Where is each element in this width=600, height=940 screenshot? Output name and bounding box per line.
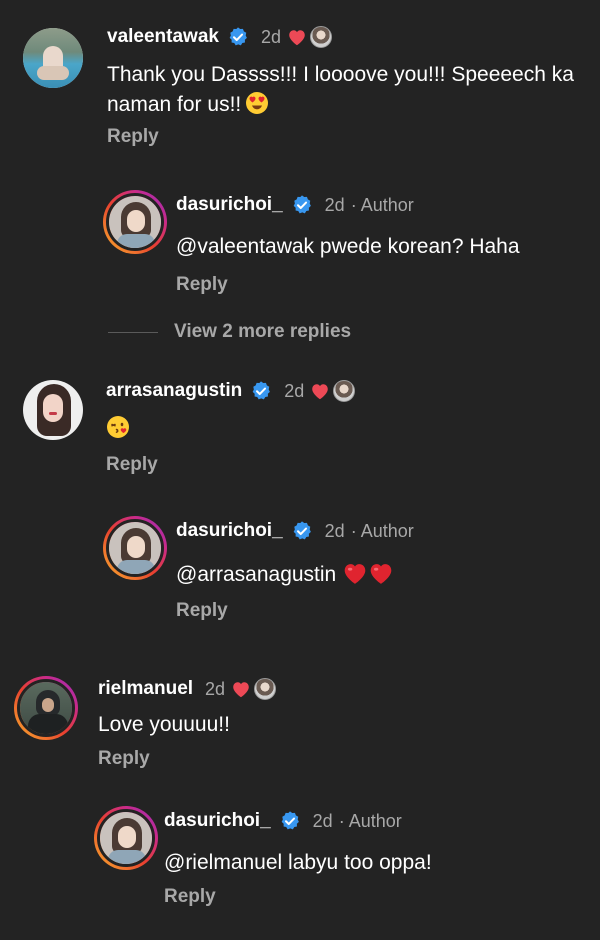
- timestamp: 2d: [324, 194, 345, 215]
- smiling-heart-eyes-emoji: [245, 91, 269, 115]
- mention-link[interactable]: @rielmanuel: [164, 851, 282, 874]
- reply-button[interactable]: Reply: [176, 274, 228, 296]
- comment-text: @arrasanagustin: [176, 560, 586, 590]
- timestamp: 2d: [312, 810, 333, 831]
- author-label: · Author: [350, 520, 414, 541]
- avatar[interactable]: [103, 190, 167, 254]
- comment-header: arrasanagustin 2d: [106, 378, 356, 404]
- comment-text: Love youuuu!!: [98, 713, 230, 736]
- reply-button[interactable]: Reply: [176, 600, 228, 622]
- comment-text: Thank you Dassss!!! I loooove you!!! Spe…: [107, 63, 574, 116]
- comment-text: @valeentawak pwede korean? Haha: [176, 235, 520, 258]
- comment-text: [106, 414, 130, 444]
- timestamp: 2d: [205, 678, 226, 699]
- author-avatar-mini-icon: [254, 678, 277, 700]
- reply-button[interactable]: Reply: [107, 126, 159, 148]
- verified-badge-icon: [279, 810, 301, 832]
- username[interactable]: dasurichoi_: [176, 194, 283, 216]
- username[interactable]: rielmanuel: [98, 678, 193, 700]
- mention-link[interactable]: @valeentawak: [176, 235, 314, 258]
- comment-header: dasurichoi_ 2d · Author: [176, 192, 414, 218]
- reply-dasurichoi: dasurichoi_ 2d · Author @arrasanagustin …: [0, 500, 600, 630]
- username[interactable]: valeentawak: [107, 26, 219, 48]
- timestamp: 2d: [324, 520, 345, 541]
- author-avatar-mini-icon: [310, 26, 332, 48]
- comment-header: rielmanuel 2d: [98, 676, 277, 702]
- avatar[interactable]: [94, 806, 158, 870]
- liked-by-author-heart-icon: [231, 680, 251, 698]
- reply-button[interactable]: Reply: [98, 748, 150, 770]
- reply-dasurichoi: dasurichoi_ 2d · Author @valeentawak pwe…: [0, 160, 600, 300]
- username[interactable]: arrasanagustin: [106, 380, 242, 402]
- comment-header: valeentawak 2d: [107, 24, 332, 50]
- comment-rielmanuel: rielmanuel 2d Love youuuu!! Reply: [0, 660, 600, 780]
- reply-dasurichoi: dasurichoi_ 2d · Author @rielmanuel laby…: [0, 790, 600, 930]
- reply-button[interactable]: Reply: [164, 886, 216, 908]
- avatar-photo: [97, 809, 155, 867]
- verified-badge-icon: [227, 26, 249, 48]
- author-avatar-mini-icon: [333, 380, 356, 402]
- avatar-photo: [106, 193, 164, 251]
- heart-emoji: [342, 561, 368, 585]
- view-more-replies[interactable]: View 2 more replies: [108, 320, 351, 344]
- avatar[interactable]: [14, 676, 78, 740]
- reply-button[interactable]: Reply: [106, 454, 158, 476]
- heart-emoji: [368, 561, 394, 585]
- verified-badge-icon: [250, 380, 272, 402]
- author-label: · Author: [338, 810, 402, 831]
- username[interactable]: dasurichoi_: [164, 810, 271, 832]
- author-label: · Author: [350, 194, 414, 215]
- divider: [108, 331, 158, 333]
- comment-header: dasurichoi_ 2d · Author: [164, 808, 402, 834]
- avatar[interactable]: [103, 516, 167, 580]
- username[interactable]: dasurichoi_: [176, 520, 283, 542]
- kiss-emoji: [106, 415, 130, 439]
- avatar[interactable]: [23, 380, 83, 440]
- avatar-photo: [106, 519, 164, 577]
- avatar[interactable]: [23, 28, 83, 88]
- mention-link[interactable]: @arrasanagustin: [176, 563, 336, 586]
- liked-by-author-heart-icon: [310, 382, 330, 400]
- verified-badge-icon: [291, 194, 313, 216]
- comment-arrasanagustin: arrasanagustin 2d Reply: [0, 370, 600, 490]
- timestamp: 2d: [284, 380, 305, 401]
- avatar-photo: [17, 679, 75, 737]
- verified-badge-icon: [291, 520, 313, 542]
- comment-header: dasurichoi_ 2d · Author: [176, 518, 414, 544]
- comment-text: @rielmanuel labyu too oppa!: [164, 851, 432, 874]
- timestamp: 2d: [260, 26, 281, 47]
- liked-by-author-heart-icon: [287, 28, 307, 46]
- comment-valeentawak: valeentawak 2d Thank you Dassss!!! I loo…: [0, 0, 600, 160]
